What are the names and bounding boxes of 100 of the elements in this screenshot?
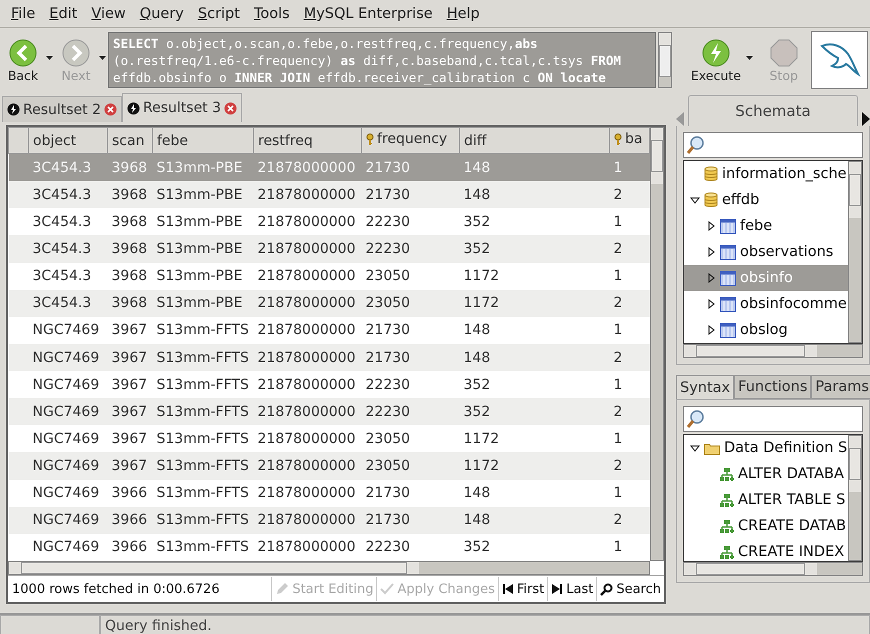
- table-cell: 21730: [362, 181, 460, 208]
- table-cell: 3966: [108, 480, 152, 507]
- tree-item[interactable]: obslog: [684, 317, 848, 343]
- expand-arrow-icon[interactable]: [706, 299, 716, 309]
- hierarchy-icon: [720, 546, 734, 558]
- column-header[interactable]: scan: [108, 128, 152, 154]
- table-icon: [720, 244, 736, 260]
- tree-item[interactable]: information_sche: [684, 161, 848, 187]
- expand-arrow-icon[interactable]: [706, 221, 716, 231]
- table-cell: 2: [610, 506, 650, 534]
- skip-start-icon: [502, 583, 514, 595]
- table-cell: 3967: [108, 452, 152, 480]
- tree-item[interactable]: CREATE INDEX: [684, 539, 848, 561]
- collapse-arrow-icon[interactable]: [690, 443, 700, 453]
- panel-tab[interactable]: Syntax: [676, 375, 734, 399]
- search-field[interactable]: [683, 406, 863, 432]
- table-cell: 21730: [362, 154, 460, 182]
- panel-tab[interactable]: Functions: [734, 375, 812, 399]
- table-cell: 1: [610, 262, 650, 290]
- table-cell: 3968: [108, 290, 152, 317]
- skip-end-icon: [551, 583, 564, 595]
- expand-arrow-icon[interactable]: [706, 325, 716, 335]
- table-cell: 3966: [108, 534, 152, 561]
- lightning-icon: [127, 102, 140, 114]
- table-cell: 21878000000: [254, 181, 362, 208]
- dropdown-caret-icon[interactable]: [99, 56, 106, 60]
- schemata-tab[interactable]: Schemata: [688, 95, 858, 126]
- last-button[interactable]: Last: [547, 577, 596, 601]
- column-header[interactable]: diff: [460, 128, 610, 154]
- menu-item[interactable]: File: [4, 6, 42, 22]
- tree-item[interactable]: CREATE DATAB: [684, 513, 848, 539]
- execute-button[interactable]: Execute: [688, 38, 744, 82]
- tree-item[interactable]: obsinfocomme: [684, 291, 848, 317]
- menu-item[interactable]: Help: [440, 6, 487, 22]
- collapse-arrow-icon[interactable]: [690, 195, 700, 205]
- scrollbar[interactable]: [683, 344, 863, 358]
- column-header[interactable]: frequency: [362, 128, 460, 154]
- column-header[interactable]: ba: [610, 128, 650, 154]
- scrollbar[interactable]: [683, 562, 863, 576]
- table-cell: 22230: [362, 371, 460, 398]
- expand-arrow-icon[interactable]: [706, 273, 716, 283]
- table-cell: 21730: [362, 344, 460, 372]
- table-icon: [720, 270, 736, 286]
- tree-item[interactable]: ALTER TABLE S: [684, 487, 848, 513]
- scroll-right-arrow-icon[interactable]: [862, 112, 870, 126]
- table-cell: 21878000000: [254, 262, 362, 290]
- first-button[interactable]: First: [498, 577, 548, 601]
- search-button[interactable]: Search: [596, 577, 664, 601]
- table-cell: 21730: [362, 316, 460, 344]
- table-cell: 2: [610, 290, 650, 317]
- column-header[interactable]: object: [28, 128, 108, 154]
- table-cell: NGC7469: [28, 425, 108, 452]
- dropdown-caret-icon[interactable]: [746, 56, 753, 60]
- dropdown-caret-icon[interactable]: [46, 56, 53, 60]
- checkmark-icon: [380, 582, 394, 596]
- menu-item[interactable]: Tools: [246, 6, 297, 22]
- tree-item[interactable]: effdb: [684, 187, 848, 213]
- resultset-tab[interactable]: Resultset 2: [2, 96, 122, 122]
- tree-item[interactable]: febe: [684, 213, 848, 239]
- search-field[interactable]: [683, 132, 863, 158]
- close-icon[interactable]: [104, 103, 118, 116]
- table-cell: 3967: [108, 344, 152, 372]
- tree-item[interactable]: Data Definition S: [684, 435, 848, 461]
- database-icon: [704, 192, 718, 208]
- menu-item[interactable]: Script: [190, 6, 247, 22]
- table-cell: 23050: [362, 290, 460, 317]
- expand-arrow-icon[interactable]: [706, 247, 716, 257]
- table-cell: 3C454.3: [28, 181, 108, 208]
- resultset-tab[interactable]: Resultset 3: [122, 93, 242, 122]
- table-cell: 21878000000: [254, 425, 362, 452]
- table-cell: S13mm-FFTS: [152, 398, 254, 426]
- search-icon: [600, 582, 614, 596]
- menu-item[interactable]: Query: [132, 6, 191, 22]
- menu-item[interactable]: Edit: [42, 6, 84, 22]
- close-icon[interactable]: [224, 102, 238, 114]
- menu-item[interactable]: MySQL Enterprise: [296, 6, 440, 22]
- table-cell: 21878000000: [254, 290, 362, 317]
- table-cell: 3967: [108, 425, 152, 452]
- table-cell: 3967: [108, 398, 152, 426]
- scrollbar[interactable]: [848, 435, 862, 561]
- column-header[interactable]: febe: [152, 128, 254, 154]
- table-cell: 1: [610, 154, 650, 182]
- back-button[interactable]: Back: [2, 38, 44, 82]
- menu-item[interactable]: View: [84, 6, 133, 22]
- table-cell: 3C454.3: [28, 262, 108, 290]
- panel-tab[interactable]: Params: [811, 375, 870, 399]
- table-cell: 1: [610, 371, 650, 398]
- scrollbar[interactable]: [8, 561, 650, 575]
- scrollbar[interactable]: [658, 32, 672, 88]
- table-cell: NGC7469: [28, 452, 108, 480]
- table-cell: 1: [610, 425, 650, 452]
- scrollbar[interactable]: [848, 161, 862, 343]
- search-icon: [686, 135, 706, 155]
- table-cell: S13mm-PBE: [152, 154, 254, 182]
- table-cell: 2: [610, 181, 650, 208]
- column-header[interactable]: restfreq: [254, 128, 362, 154]
- table-cell: 2: [610, 452, 650, 480]
- scrollbar[interactable]: [650, 127, 664, 561]
- tree-item[interactable]: ALTER DATABA: [684, 461, 848, 487]
- tree-item[interactable]: observations: [684, 239, 848, 265]
